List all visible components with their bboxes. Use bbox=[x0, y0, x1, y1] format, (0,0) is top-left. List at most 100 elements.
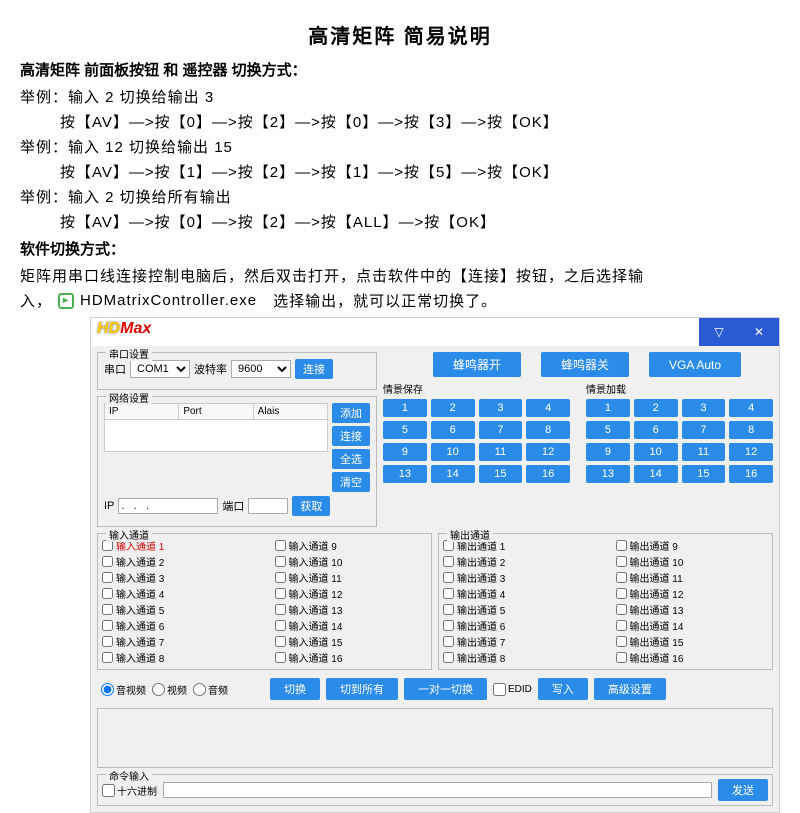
scene-save-10[interactable]: 10 bbox=[431, 443, 475, 461]
hex-checkbox[interactable]: 十六进制 bbox=[102, 783, 157, 798]
scene-save-3[interactable]: 3 bbox=[479, 399, 523, 417]
scene-load-13[interactable]: 13 bbox=[586, 465, 630, 483]
scene-save-7[interactable]: 7 bbox=[479, 421, 523, 439]
radio-audio[interactable]: 音频 bbox=[193, 682, 228, 697]
scene-load-1[interactable]: 1 bbox=[586, 399, 630, 417]
net-clear-button[interactable]: 清空 bbox=[332, 472, 370, 492]
scene-save-12[interactable]: 12 bbox=[526, 443, 570, 461]
scene-save-15[interactable]: 15 bbox=[479, 465, 523, 483]
write-button[interactable]: 写入 bbox=[538, 678, 588, 700]
scene-save-4[interactable]: 4 bbox=[526, 399, 570, 417]
buzzer-off-button[interactable]: 蜂鸣器关 bbox=[541, 352, 629, 377]
input-channel-13[interactable]: 输入通道 13 bbox=[275, 602, 428, 617]
app-logo: HDMax bbox=[91, 318, 157, 346]
titlebar: HDMax ▽ ✕ bbox=[91, 318, 779, 346]
net-get-button[interactable]: 获取 bbox=[292, 496, 330, 516]
input-channel-15[interactable]: 输入通道 15 bbox=[275, 634, 428, 649]
serial-connect-button[interactable]: 连接 bbox=[295, 359, 333, 379]
net-connect-button[interactable]: 连接 bbox=[332, 426, 370, 446]
net-add-button[interactable]: 添加 bbox=[332, 403, 370, 423]
input-channel-12[interactable]: 输入通道 12 bbox=[275, 586, 428, 601]
switch-all-button[interactable]: 切到所有 bbox=[326, 678, 398, 700]
scene-load-5[interactable]: 5 bbox=[586, 421, 630, 439]
input-channel-8[interactable]: 输入通道 8 bbox=[102, 650, 255, 665]
output-channel-4[interactable]: 输出通道 4 bbox=[443, 586, 596, 601]
output-channel-2[interactable]: 输出通道 2 bbox=[443, 554, 596, 569]
scene-save-11[interactable]: 11 bbox=[479, 443, 523, 461]
scene-load-7[interactable]: 7 bbox=[682, 421, 726, 439]
input-channel-3[interactable]: 输入通道 3 bbox=[102, 570, 255, 585]
window-minimize-button[interactable]: ▽ bbox=[699, 318, 739, 346]
output-channel-11[interactable]: 输出通道 11 bbox=[616, 570, 769, 585]
scene-load-15[interactable]: 15 bbox=[682, 465, 726, 483]
scene-load-label: 情景加载 bbox=[586, 381, 773, 396]
scene-load-11[interactable]: 11 bbox=[682, 443, 726, 461]
scene-save-16[interactable]: 16 bbox=[526, 465, 570, 483]
software-text-in: 入， bbox=[20, 290, 52, 311]
advanced-button[interactable]: 高级设置 bbox=[594, 678, 666, 700]
output-channel-5[interactable]: 输出通道 5 bbox=[443, 602, 596, 617]
input-channel-2[interactable]: 输入通道 2 bbox=[102, 554, 255, 569]
output-channel-10[interactable]: 输出通道 10 bbox=[616, 554, 769, 569]
input-channel-9[interactable]: 输入通道 9 bbox=[275, 538, 428, 553]
output-channel-9[interactable]: 输出通道 9 bbox=[616, 538, 769, 553]
example-text: 举例：输入 12 切换给输出 15 bbox=[20, 136, 780, 157]
input-channel-7[interactable]: 输入通道 7 bbox=[102, 634, 255, 649]
scene-load-10[interactable]: 10 bbox=[634, 443, 678, 461]
vga-auto-button[interactable]: VGA Auto bbox=[649, 352, 741, 377]
scene-save-14[interactable]: 14 bbox=[431, 465, 475, 483]
scene-load-8[interactable]: 8 bbox=[729, 421, 773, 439]
output-channel-16[interactable]: 输出通道 16 bbox=[616, 650, 769, 665]
scene-load-4[interactable]: 4 bbox=[729, 399, 773, 417]
net-selectall-button[interactable]: 全选 bbox=[332, 449, 370, 469]
input-channel-16[interactable]: 输入通道 16 bbox=[275, 650, 428, 665]
serial-port-label: 串口 bbox=[104, 361, 126, 377]
ip-input[interactable] bbox=[118, 498, 218, 514]
output-channel-15[interactable]: 输出通道 15 bbox=[616, 634, 769, 649]
scene-load-9[interactable]: 9 bbox=[586, 443, 630, 461]
output-channel-13[interactable]: 输出通道 13 bbox=[616, 602, 769, 617]
scene-load-6[interactable]: 6 bbox=[634, 421, 678, 439]
right-panel: 蜂鸣器开 蜂鸣器关 VGA Auto 情景保存 1234567891011121… bbox=[383, 352, 773, 527]
scene-load-2[interactable]: 2 bbox=[634, 399, 678, 417]
scene-load-12[interactable]: 12 bbox=[729, 443, 773, 461]
one-to-one-button[interactable]: 一对一切换 bbox=[404, 678, 487, 700]
command-input[interactable] bbox=[163, 782, 712, 798]
scene-load-14[interactable]: 14 bbox=[634, 465, 678, 483]
network-list[interactable] bbox=[104, 420, 328, 452]
send-button[interactable]: 发送 bbox=[718, 779, 768, 801]
baud-select[interactable]: 9600 bbox=[231, 360, 291, 378]
radio-av[interactable]: 音视频 bbox=[101, 682, 146, 697]
scene-save-2[interactable]: 2 bbox=[431, 399, 475, 417]
scene-load-16[interactable]: 16 bbox=[729, 465, 773, 483]
port-input[interactable] bbox=[248, 498, 288, 514]
input-channel-14[interactable]: 输入通道 14 bbox=[275, 618, 428, 633]
scene-load-3[interactable]: 3 bbox=[682, 399, 726, 417]
output-channels-group: 输出通道 输出通道 1输出通道 9输出通道 2输出通道 10输出通道 3输出通道… bbox=[438, 533, 773, 670]
input-channel-10[interactable]: 输入通道 10 bbox=[275, 554, 428, 569]
window-close-button[interactable]: ✕ bbox=[739, 318, 779, 346]
input-channel-6[interactable]: 输入通道 6 bbox=[102, 618, 255, 633]
edid-checkbox[interactable]: EDID bbox=[493, 683, 532, 696]
output-channel-12[interactable]: 输出通道 12 bbox=[616, 586, 769, 601]
scene-save-13[interactable]: 13 bbox=[383, 465, 427, 483]
output-channel-7[interactable]: 输出通道 7 bbox=[443, 634, 596, 649]
scene-save-8[interactable]: 8 bbox=[526, 421, 570, 439]
radio-video[interactable]: 视频 bbox=[152, 682, 187, 697]
buzzer-on-button[interactable]: 蜂鸣器开 bbox=[433, 352, 521, 377]
scene-save-6[interactable]: 6 bbox=[431, 421, 475, 439]
input-channel-5[interactable]: 输入通道 5 bbox=[102, 602, 255, 617]
input-channel-11[interactable]: 输入通道 11 bbox=[275, 570, 428, 585]
scene-save-5[interactable]: 5 bbox=[383, 421, 427, 439]
serial-port-select[interactable]: COM1 bbox=[130, 360, 190, 378]
output-channel-6[interactable]: 输出通道 6 bbox=[443, 618, 596, 633]
software-text: 矩阵用串口线连接控制电脑后，然后双击打开，点击软件中的【连接】按钮，之后选择输 bbox=[20, 265, 780, 286]
output-channel-14[interactable]: 输出通道 14 bbox=[616, 618, 769, 633]
input-channels-label: 输入通道 bbox=[106, 527, 152, 542]
output-channel-3[interactable]: 输出通道 3 bbox=[443, 570, 596, 585]
input-channel-4[interactable]: 输入通道 4 bbox=[102, 586, 255, 601]
scene-save-1[interactable]: 1 bbox=[383, 399, 427, 417]
switch-button[interactable]: 切换 bbox=[270, 678, 320, 700]
scene-save-9[interactable]: 9 bbox=[383, 443, 427, 461]
output-channel-8[interactable]: 输出通道 8 bbox=[443, 650, 596, 665]
